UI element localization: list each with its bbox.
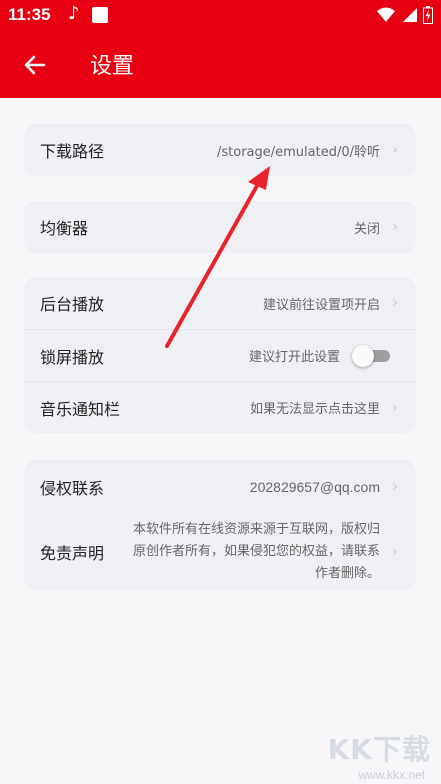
about-card: 侵权联系 202829657@qq.com › 免责声明 本软件所有在线资源来源… bbox=[24, 460, 416, 590]
chevron-right-icon: › bbox=[392, 399, 398, 416]
background-play-row[interactable]: 后台播放 建议前往设置项开启 › bbox=[24, 277, 416, 329]
lockscreen-play-value: 建议打开此设置 bbox=[248, 350, 340, 365]
download-path-card: 下载路径 /storage/emulated/0/聆听 › bbox=[24, 124, 416, 176]
disclaimer-row[interactable]: 免责声明 本软件所有在线资源来源于互联网，版权归原创作者所有，如果侵犯您的权益，… bbox=[24, 514, 416, 590]
arrow-left-icon bbox=[24, 55, 46, 75]
battery-icon bbox=[423, 6, 433, 24]
watermark-logo: KK下载 bbox=[327, 733, 431, 766]
equalizer-label: 均衡器 bbox=[40, 219, 89, 238]
chevron-right-icon: › bbox=[392, 219, 398, 235]
download-path-row[interactable]: 下载路径 /storage/emulated/0/聆听 › bbox=[24, 124, 416, 176]
status-bar: 11:35 ♪ bbox=[0, 0, 441, 32]
signal-icon bbox=[403, 8, 417, 22]
back-button[interactable] bbox=[20, 50, 50, 80]
music-notification-row[interactable]: 音乐通知栏 如果无法显示点击这里 › bbox=[24, 381, 416, 433]
download-path-value: /storage/emulated/0/聆听 bbox=[216, 144, 380, 160]
music-note-icon: ♪ bbox=[68, 3, 80, 24]
equalizer-card: 均衡器 关闭 › bbox=[24, 201, 416, 253]
wifi-icon bbox=[377, 7, 395, 22]
chevron-right-icon: › bbox=[392, 544, 398, 560]
download-path-label: 下载路径 bbox=[40, 142, 105, 161]
background-play-label: 后台播放 bbox=[40, 295, 105, 314]
equalizer-value: 关闭 bbox=[353, 221, 380, 237]
watermark: KK下载 www.kkx.net bbox=[315, 728, 435, 784]
lockscreen-play-label: 锁屏播放 bbox=[40, 347, 105, 367]
music-notification-label: 音乐通知栏 bbox=[40, 399, 121, 419]
chevron-right-icon: › bbox=[392, 142, 398, 158]
page-title: 设置 bbox=[90, 54, 135, 79]
music-notification-value: 如果无法显示点击这里 bbox=[249, 402, 380, 417]
status-time: 11:35 bbox=[8, 5, 51, 24]
square-icon bbox=[92, 7, 108, 23]
copyright-contact-label: 侵权联系 bbox=[40, 479, 105, 498]
playback-card: 后台播放 建议前往设置项开启 › 锁屏播放 建议打开此设置 音乐通知栏 如果无法… bbox=[24, 277, 416, 433]
equalizer-row[interactable]: 均衡器 关闭 › bbox=[24, 201, 416, 253]
app-bar: 设置 bbox=[0, 32, 441, 98]
background-play-value: 建议前往设置项开启 bbox=[262, 297, 380, 313]
disclaimer-value: 本软件所有在线资源来源于互联网，版权归原创作者所有，如果侵犯您的权益，请联系作者… bbox=[132, 522, 380, 581]
copyright-contact-row[interactable]: 侵权联系 202829657@qq.com › bbox=[24, 460, 416, 514]
lockscreen-play-toggle[interactable] bbox=[352, 344, 390, 367]
copyright-contact-value: 202829657@qq.com bbox=[249, 479, 380, 495]
disclaimer-label: 免责声明 bbox=[40, 544, 105, 563]
status-icons bbox=[377, 6, 433, 24]
chevron-right-icon: › bbox=[392, 479, 398, 495]
toggle-thumb bbox=[352, 344, 374, 367]
lockscreen-play-row: 锁屏播放 建议打开此设置 bbox=[24, 329, 416, 381]
chevron-right-icon: › bbox=[392, 295, 398, 311]
watermark-url: www.kkx.net bbox=[358, 768, 425, 782]
